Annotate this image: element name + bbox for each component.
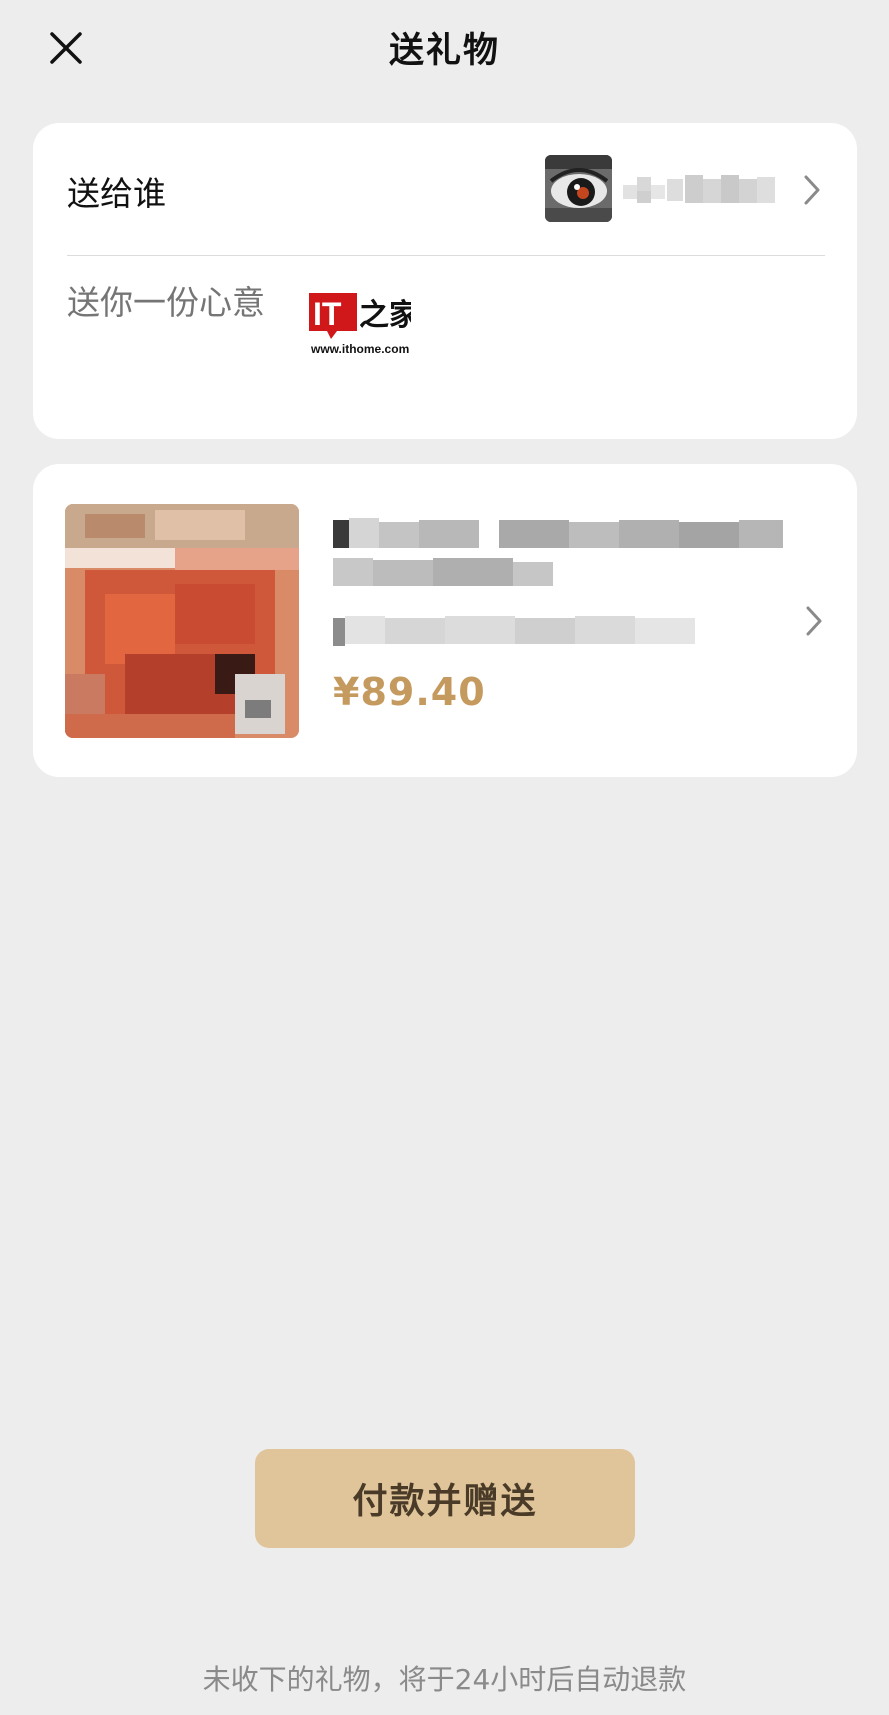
product-price: ¥89.40 xyxy=(333,670,486,714)
recipient-card: 送给谁 送你一份心意 IT 之家 www.ithome.com xyxy=(33,123,857,439)
recipient-selector[interactable]: 送给谁 xyxy=(33,123,857,256)
svg-text:之家: 之家 xyxy=(359,298,411,333)
chevron-right-icon xyxy=(804,175,820,205)
product-card: ¥89.40 xyxy=(33,464,857,777)
svg-text:IT: IT xyxy=(313,296,342,332)
product-title-redacted xyxy=(333,518,783,586)
product-image xyxy=(65,504,299,738)
message-input[interactable] xyxy=(67,283,307,322)
recipient-name-redacted xyxy=(623,175,775,203)
page-title: 送礼物 xyxy=(388,31,500,71)
chevron-right-icon xyxy=(806,606,822,636)
divider xyxy=(67,255,825,256)
avatar xyxy=(545,155,612,222)
top-bar: 送礼物 xyxy=(0,0,889,90)
recipient-label: 送给谁 xyxy=(67,174,166,213)
svg-text:www.ithome.com: www.ithome.com xyxy=(310,342,409,356)
product-spec-redacted xyxy=(333,616,695,646)
ithome-watermark-logo: IT 之家 www.ithome.com xyxy=(309,293,411,356)
refund-note: 未收下的礼物，将于24小时后自动退款 xyxy=(202,1663,687,1696)
pay-and-send-button[interactable]: 付款并赠送 xyxy=(255,1449,635,1548)
product-item[interactable]: ¥89.40 xyxy=(33,464,857,777)
